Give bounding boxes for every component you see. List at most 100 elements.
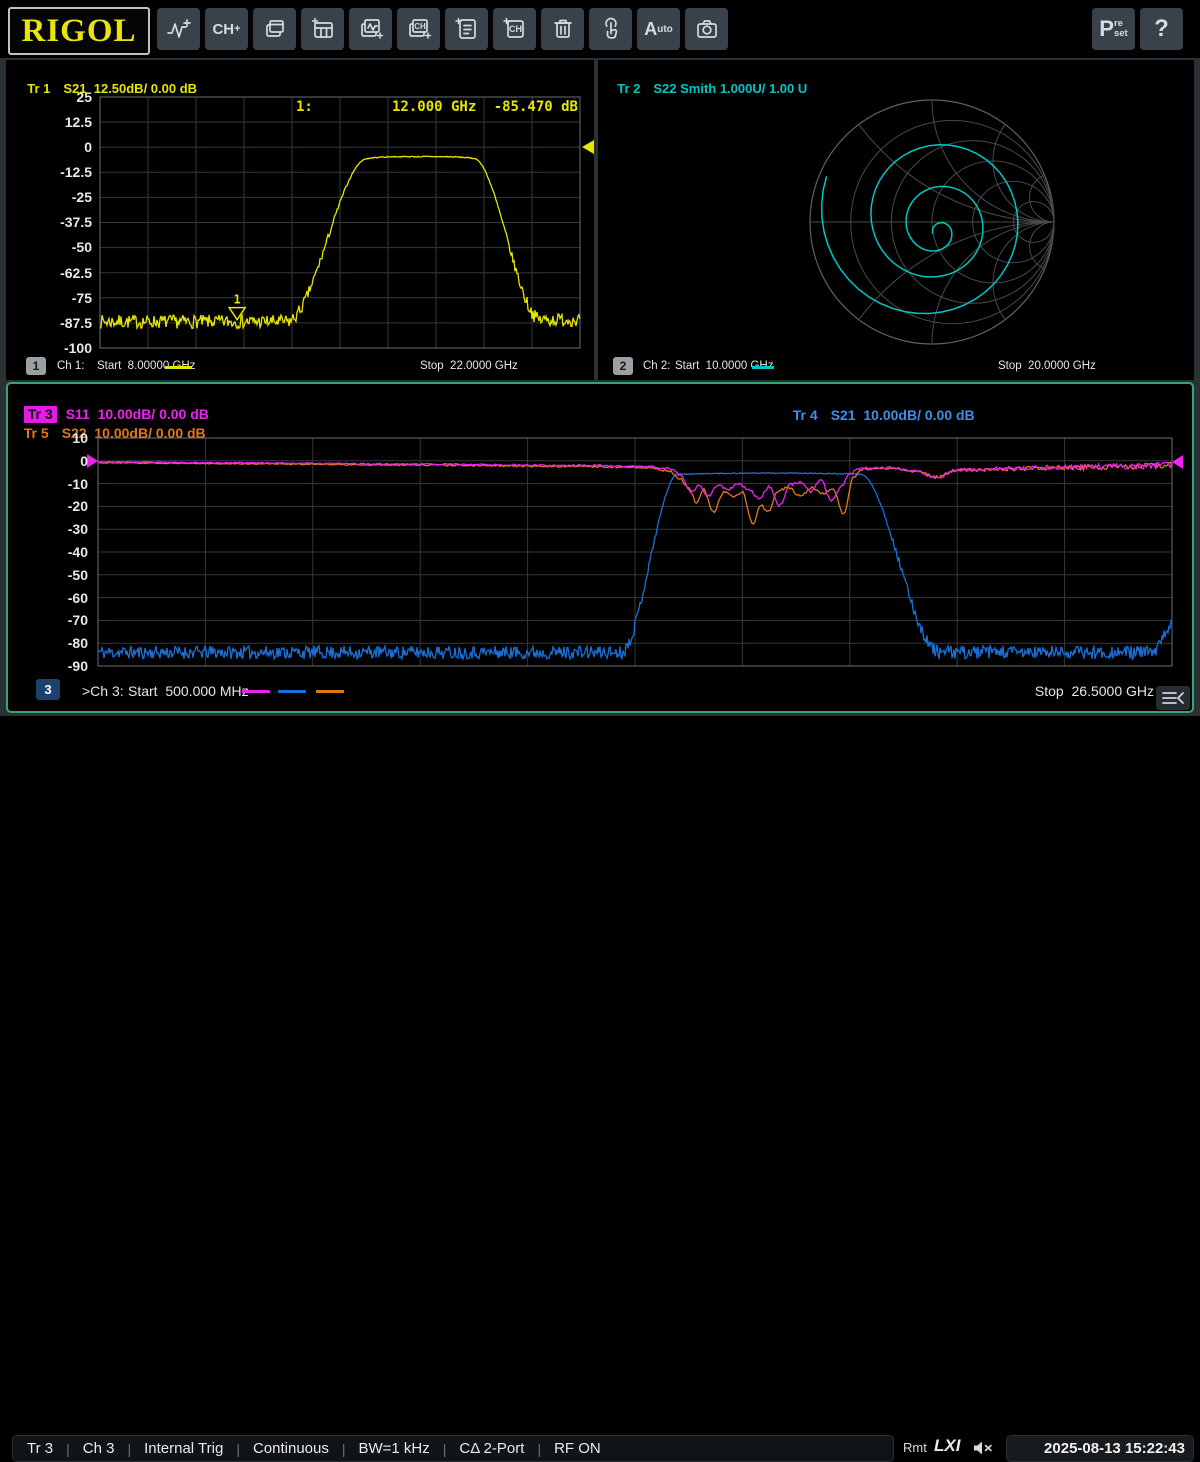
- trace2-color-swatch: [752, 366, 774, 369]
- svg-text:CH: CH: [509, 24, 522, 34]
- add-channel-label: CH: [212, 21, 234, 38]
- channel-window-plus-icon: CH: [405, 16, 433, 42]
- channel-clipboard-plus-icon: CH: [501, 16, 529, 42]
- status-item[interactable]: Ch 3: [83, 1440, 115, 1457]
- y-axis-tick-label: -12.5: [52, 164, 92, 180]
- add-channel-window-button[interactable]: CH: [397, 8, 440, 50]
- rigol-logo: RIGOL: [8, 7, 150, 55]
- status-separator: |: [127, 1441, 131, 1457]
- preset-button[interactable]: P re set: [1092, 8, 1135, 50]
- trace1-color-swatch: [165, 366, 192, 369]
- y-axis-tick-label: -37.5: [52, 214, 92, 230]
- y-axis-tick-label: 12.5: [52, 114, 92, 130]
- channel1-badge[interactable]: 1: [26, 357, 46, 375]
- y-axis-tick-label: -90: [48, 658, 88, 674]
- screenshot-button[interactable]: [685, 8, 728, 50]
- status-item[interactable]: Tr 3: [27, 1440, 53, 1457]
- channel2-panel[interactable]: [598, 60, 1194, 380]
- channel3-footer-label: >Ch 3:: [82, 683, 124, 699]
- add-trace-list-button[interactable]: [445, 8, 488, 50]
- channel3-start-frequency[interactable]: Start 500.000 MHz: [128, 683, 249, 699]
- status-item[interactable]: CΔ 2-Port: [459, 1440, 524, 1457]
- channel2-badge[interactable]: 2: [613, 357, 633, 375]
- camera-icon: [693, 16, 721, 42]
- touch-button[interactable]: [589, 8, 632, 50]
- help-label: ?: [1154, 15, 1169, 43]
- trace5-header[interactable]: Tr 5S22 10.00dB/ 0.00 dB: [16, 409, 206, 441]
- window-layout-button[interactable]: [253, 8, 296, 50]
- y-axis-tick-label: -20: [48, 498, 88, 514]
- marker1-frequency: 12.000 GHz: [392, 99, 476, 115]
- status-item[interactable]: RF ON: [554, 1440, 601, 1457]
- vna-screen: { "app": {"brand": "RIGOL"}, "colors": {…: [0, 0, 1200, 750]
- channel2-stop-frequency[interactable]: Stop 20.0000 GHz: [998, 360, 1082, 372]
- status-separator: |: [66, 1441, 70, 1457]
- status-separator: |: [342, 1441, 346, 1457]
- add-channel-button[interactable]: CH+: [205, 8, 248, 50]
- auto-label-a: A: [644, 19, 657, 40]
- status-item[interactable]: Continuous: [253, 1440, 329, 1457]
- status-item[interactable]: Internal Trig: [144, 1440, 223, 1457]
- add-trace-window-button[interactable]: [349, 8, 392, 50]
- y-axis-tick-label: -60: [48, 590, 88, 606]
- trace5-label: Tr 5: [24, 425, 49, 441]
- channel1-stop-frequency[interactable]: Stop 22.0000 GHz: [420, 360, 504, 372]
- trash-icon: [549, 16, 577, 42]
- y-axis-tick-label: -62.5: [52, 265, 92, 281]
- remote-indicator: Rmt: [903, 1440, 927, 1455]
- channel3-stop-frequency[interactable]: Stop 26.5000 GHz: [1030, 683, 1154, 699]
- copy-channel-button[interactable]: CH: [493, 8, 536, 50]
- collapse-menu-button[interactable]: [1156, 686, 1190, 710]
- trace4-label: Tr 4: [793, 407, 818, 423]
- y-axis-tick-label: -25: [52, 189, 92, 205]
- table-plus-icon: [309, 16, 337, 42]
- toolbar: RIGOL CH+: [0, 0, 1200, 58]
- trace4-header[interactable]: Tr 4 S21 10.00dB/ 0.00 dB: [785, 391, 975, 423]
- plus-glyph: +: [234, 23, 240, 35]
- trace5-color-swatch: [316, 690, 344, 693]
- speaker-muted-icon[interactable]: [972, 1439, 996, 1462]
- status-separator: |: [236, 1441, 240, 1457]
- channel1-footer-label: Ch 1:: [57, 360, 85, 372]
- y-axis-tick-label: 10: [48, 430, 88, 446]
- status-separator: |: [537, 1441, 541, 1457]
- status-separator: |: [443, 1441, 447, 1457]
- trace2-label: Tr 2: [617, 81, 640, 96]
- auto-scale-button[interactable]: Auto: [637, 8, 680, 50]
- add-trace-button[interactable]: [157, 8, 200, 50]
- trace-window-plus-icon: [357, 16, 385, 42]
- trace4-color-swatch: [278, 690, 306, 693]
- datetime-display: 2025-08-13 15:22:43: [1006, 1435, 1194, 1462]
- marker1-id: 1:: [296, 99, 313, 115]
- y-axis-tick-label: -40: [48, 544, 88, 560]
- y-axis-tick-label: -87.5: [52, 315, 92, 331]
- svg-text:CH: CH: [414, 22, 426, 31]
- delete-button[interactable]: [541, 8, 584, 50]
- y-axis-tick-label: -75: [52, 290, 92, 306]
- checklist-plus-icon: [453, 16, 481, 42]
- toolbar-buttons: CH+: [157, 8, 728, 50]
- auto-label-rest: uto: [657, 24, 673, 35]
- y-axis-tick-label: -50: [52, 239, 92, 255]
- trace2-header[interactable]: Tr 2S22 Smith 1.000U/ 1.00 U: [610, 66, 807, 96]
- trace3-color-swatch: [242, 690, 270, 693]
- add-table-button[interactable]: [301, 8, 344, 50]
- trace1-header[interactable]: Tr 1S21 12.50dB/ 0.00 dB: [20, 66, 197, 96]
- y-axis-tick-label: -50: [48, 567, 88, 583]
- status-bar: Tr 3|Ch 3|Internal Trig|Continuous|BW=1 …: [0, 716, 1200, 750]
- waveform-plus-icon: [165, 16, 193, 42]
- channel3-badge[interactable]: 3: [36, 679, 60, 700]
- marker1-value: -85.470 dB: [468, 99, 578, 115]
- y-axis-tick-label: -80: [48, 635, 88, 651]
- y-axis-tick-label: -30: [48, 521, 88, 537]
- status-item[interactable]: BW=1 kHz: [358, 1440, 429, 1457]
- y-axis-tick-label: 0: [48, 453, 88, 469]
- trace4-params: S21 10.00dB/ 0.00 dB: [831, 407, 975, 423]
- preset-label-set: set: [1114, 29, 1128, 39]
- y-axis-tick-label: -70: [48, 612, 88, 628]
- y-axis-tick-label: 0: [52, 139, 92, 155]
- touch-icon: [597, 16, 625, 42]
- help-button[interactable]: ?: [1140, 8, 1183, 50]
- y-axis-tick-label: 25: [52, 89, 92, 105]
- trace1-label: Tr 1: [27, 81, 50, 96]
